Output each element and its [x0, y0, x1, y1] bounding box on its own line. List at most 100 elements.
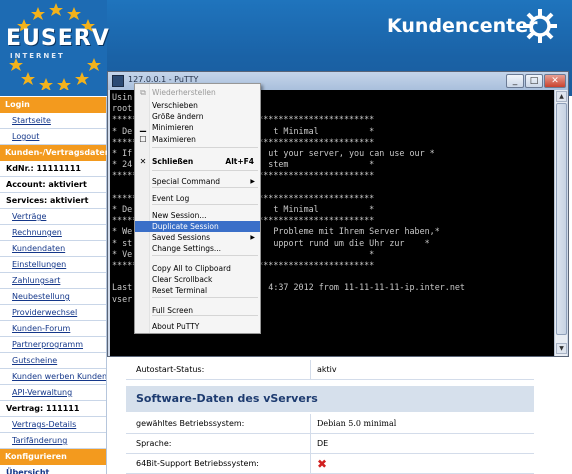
- menu-item-schließen[interactable]: ✕ Schließen Alt+F4: [135, 156, 260, 167]
- menu-separator: [152, 147, 258, 148]
- sidebar-item-einstellungen[interactable]: Einstellungen: [0, 257, 106, 273]
- menu-separator: [152, 170, 258, 171]
- menu-item-minimieren[interactable]: ▁ Minimieren: [135, 122, 260, 133]
- menu-item-clear-scrollback[interactable]: Clear Scrollback: [135, 274, 260, 285]
- sidebar-item-tarifaenderung[interactable]: Tarifänderung: [0, 433, 106, 449]
- account-status: Account: aktiviert: [0, 177, 106, 193]
- menu-item-event-log[interactable]: Event Log: [135, 193, 260, 204]
- autostart-label: Autostart-Status:: [136, 365, 205, 374]
- menu-item-label: About PuTTY: [152, 322, 200, 331]
- submenu-arrow-icon: ▶: [250, 178, 255, 185]
- sidebar: Login Startseite Logout Kunden-/Vertrags…: [0, 97, 110, 474]
- menu-separator: [152, 255, 258, 256]
- menu-item-special-command[interactable]: Special Command ▶: [135, 176, 260, 187]
- 64bit-label: 64Bit-Support Betriebssystem:: [136, 459, 259, 468]
- menu-item-reset-terminal[interactable]: Reset Terminal: [135, 285, 260, 296]
- sidebar-header-kunden: Kunden-/Vertragsdaten: [0, 145, 110, 161]
- close-button[interactable]: ✕: [544, 74, 566, 88]
- autostart-value: aktiv: [310, 360, 534, 379]
- os-label: gewähltes Betriebssystem:: [136, 419, 245, 428]
- sidebar-item-api[interactable]: API-Verwaltung: [0, 385, 106, 401]
- sidebar-item-kunden-werben[interactable]: Kunden werben Kunden: [0, 369, 106, 385]
- logo-text: EUSERV: [6, 26, 110, 51]
- sidebar-item-kunden-forum[interactable]: Kunden-Forum: [0, 321, 106, 337]
- sidebar-header-login: Login: [0, 97, 106, 113]
- language-label: Sprache:: [136, 439, 172, 448]
- cross-icon: ✖: [317, 457, 328, 471]
- menu-item-about-putty[interactable]: About PuTTY: [135, 321, 260, 332]
- scroll-up-icon[interactable]: ▲: [556, 91, 567, 102]
- close-icon: ✕: [139, 157, 147, 166]
- gear-icon: [523, 9, 557, 43]
- sidebar-header-konfig: Konfigurieren: [0, 449, 106, 465]
- sidebar-item-vertrags-details[interactable]: Vertrags-Details: [0, 417, 106, 433]
- restore-icon: ⧉: [140, 88, 146, 97]
- menu-item-new-session[interactable]: New Session...: [135, 210, 260, 221]
- menu-item-change-settings[interactable]: Change Settings...: [135, 243, 260, 254]
- menu-item-label: Clear Scrollback: [152, 275, 213, 284]
- menu-item-duplicate-session[interactable]: Duplicate Session: [135, 221, 260, 232]
- table-row: 64Bit-Support Betriebssystem: ✖: [126, 454, 534, 474]
- sidebar-item-providerwechsel[interactable]: Providerwechsel: [0, 305, 106, 321]
- scroll-thumb[interactable]: [556, 103, 567, 335]
- euserv-logo[interactable]: EUSERV INTERNET: [0, 0, 110, 96]
- minimize-button[interactable]: _: [506, 74, 524, 88]
- sidebar-item-gutscheine[interactable]: Gutscheine: [0, 353, 106, 369]
- services-status: Services: aktiviert: [0, 193, 106, 209]
- minimize-icon: ▁: [139, 123, 147, 132]
- sidebar-item-kundendaten[interactable]: Kundendaten: [0, 241, 106, 257]
- menu-item-label: Größe ändern: [152, 112, 204, 121]
- sidebar-item-zahlungsart[interactable]: Zahlungsart: [0, 273, 106, 289]
- sidebar-item-vertraege[interactable]: Verträge: [0, 209, 106, 225]
- menu-item-full-screen[interactable]: Full Screen: [135, 305, 260, 316]
- menu-item-label: Change Settings...: [152, 244, 222, 253]
- os-value: Debian 5.0 minimal: [310, 414, 534, 433]
- menu-shortcut: Alt+F4: [225, 157, 254, 166]
- menu-item-label: Saved Sessions: [152, 233, 211, 242]
- menu-item-label: New Session...: [152, 211, 207, 220]
- customer-number: KdNr.: 11111111: [0, 161, 106, 177]
- language-value: DE: [310, 434, 534, 453]
- page-title: Kundencenter: [387, 15, 538, 37]
- menu-item-label: Special Command: [152, 177, 220, 186]
- menu-item-label: Verschieben: [152, 101, 198, 110]
- terminal-scrollbar[interactable]: ▲ ▼: [554, 90, 567, 356]
- sidebar-item-rechnungen[interactable]: Rechnungen: [0, 225, 106, 241]
- table-row: gewähltes Betriebssystem: Debian 5.0 min…: [126, 414, 534, 434]
- menu-item-copy-all-to-clipboard[interactable]: Copy All to Clipboard: [135, 263, 260, 274]
- sidebar-item-neubestellung[interactable]: Neubestellung: [0, 289, 106, 305]
- scroll-down-icon[interactable]: ▼: [556, 343, 567, 354]
- submenu-arrow-icon: ▶: [250, 234, 255, 241]
- maximize-icon: ☐: [139, 135, 147, 144]
- menu-separator: [152, 297, 258, 298]
- menu-item-maximieren[interactable]: ☐ Maximieren: [135, 134, 260, 145]
- sidebar-item-logout[interactable]: Logout: [0, 129, 106, 145]
- vserver-details-table: Autostart-Status: aktiv Software-Daten d…: [126, 360, 534, 474]
- contract-number: Vertrag: 111111: [0, 401, 106, 417]
- menu-item-label: Copy All to Clipboard: [152, 264, 231, 273]
- menu-item-saved-sessions[interactable]: Saved Sessions ▶: [135, 232, 260, 243]
- menu-item-verschieben[interactable]: Verschieben: [135, 100, 260, 111]
- table-row: Autostart-Status: aktiv: [126, 360, 534, 380]
- putty-app-icon[interactable]: [112, 75, 124, 87]
- sidebar-item-partnerprogramm[interactable]: Partnerprogramm: [0, 337, 106, 353]
- menu-separator: [152, 204, 258, 205]
- menu-item-label: Schließen: [152, 157, 194, 166]
- sidebar-item-startseite[interactable]: Startseite: [0, 113, 106, 129]
- menu-item-label: Wiederherstellen: [152, 88, 216, 97]
- menu-separator: [152, 187, 258, 188]
- menu-item-label: Event Log: [152, 194, 190, 203]
- software-section-header: Software-Daten des vServers: [126, 386, 534, 412]
- sidebar-item-uebersicht[interactable]: Übersicht: [0, 465, 106, 474]
- system-context-menu: ⧉ Wiederherstellen Verschieben Größe ändern…: [134, 83, 261, 334]
- menu-item-label: Maximieren: [152, 135, 196, 144]
- maximize-button[interactable]: □: [525, 74, 543, 88]
- menu-item-größe-ändern[interactable]: Größe ändern: [135, 111, 260, 122]
- menu-item-wiederherstellen: ⧉ Wiederherstellen: [135, 87, 260, 98]
- menu-item-label: Full Screen: [152, 306, 193, 315]
- menu-item-label: Reset Terminal: [152, 286, 208, 295]
- logo-subtext: INTERNET: [10, 52, 65, 60]
- menu-item-label: Duplicate Session: [152, 222, 219, 231]
- table-row: Sprache: DE: [126, 434, 534, 454]
- menu-item-label: Minimieren: [152, 123, 194, 132]
